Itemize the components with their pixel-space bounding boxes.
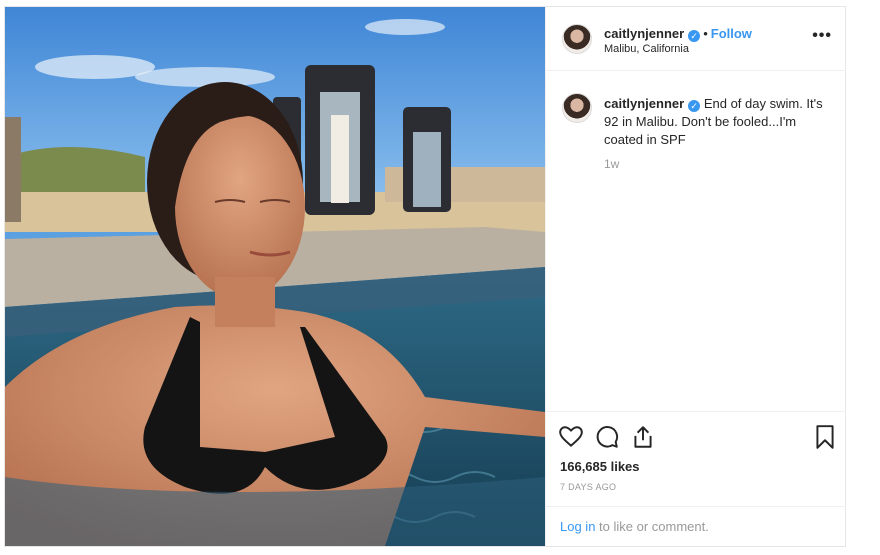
post-side-panel: caitlynjenner ✓ • Follow Malibu, California… (545, 7, 846, 546)
pool-selfie-image (5, 7, 545, 546)
login-link[interactable]: Log in (560, 519, 595, 534)
verified-badge-icon: ✓ (688, 30, 701, 42)
bookmark-icon[interactable] (812, 424, 838, 450)
follow-button[interactable]: Follow (711, 26, 752, 41)
caption-username[interactable]: caitlynjenner (604, 96, 684, 111)
post-photo[interactable] (5, 7, 545, 546)
more-options-icon[interactable]: ••• (812, 27, 832, 45)
separator-dot: • (703, 26, 708, 41)
caption-avatar[interactable] (562, 93, 592, 123)
username-link[interactable]: caitlynjenner (604, 26, 684, 41)
instagram-post: caitlynjenner ✓ • Follow Malibu, California… (4, 6, 846, 547)
action-bar: 166,685 likes 7 DAYS AGO Log in to like … (546, 411, 846, 546)
heart-icon[interactable] (558, 424, 584, 450)
comment-bubble-icon[interactable] (594, 424, 620, 450)
verified-badge-icon: ✓ (688, 100, 701, 112)
login-prompt: Log in to like or comment. (546, 506, 846, 547)
post-timestamp[interactable]: 7 DAYS AGO (560, 482, 616, 492)
post-caption: caitlynjenner ✓ End of day swim. It's 92 … (604, 95, 824, 149)
profile-avatar[interactable] (562, 24, 592, 54)
login-prompt-text: to like or comment. (595, 519, 709, 534)
likes-count[interactable]: 166,685 likes (560, 459, 640, 474)
post-header: caitlynjenner ✓ • Follow Malibu, California… (546, 7, 846, 71)
share-icon[interactable] (630, 424, 656, 450)
caption-time: 1w (604, 157, 620, 171)
location-link[interactable]: Malibu, California (604, 43, 689, 55)
header-user-row: caitlynjenner ✓ • Follow (604, 26, 752, 42)
